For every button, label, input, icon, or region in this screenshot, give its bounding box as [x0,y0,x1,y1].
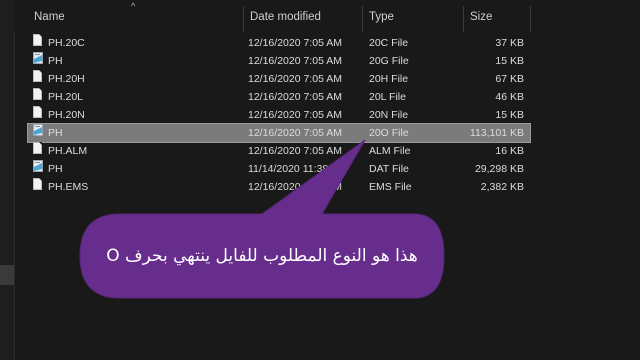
navigation-selected-item[interactable] [0,265,14,285]
file-date-modified: 12/16/2020 7:05 AM [248,55,342,67]
file-size: 37 KB [495,37,524,49]
file-type: 20H File [369,73,409,85]
file-size: 15 KB [495,55,524,67]
file-row[interactable]: PH 12/16/2020 7:05 AM 20G File 15 KB [28,52,530,70]
file-size: 16 KB [495,145,524,157]
column-header-bar: ^ Name Date modified Type Size [14,0,640,32]
file-date-modified: 12/16/2020 7:05 AM [248,37,342,49]
file-row[interactable]: PH.20H 12/16/2020 7:05 AM 20H File 67 KB [28,70,530,88]
file-name: PH.20L [48,91,84,103]
app-file-icon [32,124,44,136]
file-type: EMS File [369,181,412,193]
file-type: 20N File [369,109,409,121]
file-type: 20O File [369,127,409,139]
app-file-icon [32,52,44,64]
file-icon [33,34,42,46]
file-row[interactable]: PH.20C 12/16/2020 7:05 AM 20C File 37 KB [28,34,530,52]
file-row[interactable]: PH 11/14/2020 11:38 AM DAT File 29,298 KB [28,160,530,178]
callout-text: هذا هو النوع المطلوب للفايل ينتهي بحرف O [106,246,418,266]
file-date-modified: 12/16/2020 7:05 AM [248,91,342,103]
file-name: PH.20N [48,109,85,121]
column-divider[interactable] [530,6,531,32]
file-size: 113,101 KB [469,127,524,139]
file-size: 15 KB [495,109,524,121]
file-icon [33,106,42,118]
navigation-pane [0,0,15,360]
file-date-modified: 12/16/2020 7:05 AM [248,181,342,193]
file-row[interactable]: PH.EMS 12/16/2020 7:05 AM EMS File 2,382 KB [28,178,530,196]
file-list: PH.20C 12/16/2020 7:05 AM 20C File 37 KB PH 1… [27,34,531,196]
file-row[interactable]: PH.20L 12/16/2020 7:05 AM 20L File 46 KB [28,88,530,106]
file-name: PH.20C [48,37,85,49]
column-header-name[interactable]: Name [28,0,244,32]
file-date-modified: 12/16/2020 7:05 AM [248,145,342,157]
file-type: ALM File [369,145,411,157]
file-icon [33,88,42,100]
file-row[interactable]: PH.ALM 12/16/2020 7:05 AM ALM File 16 KB [28,142,530,160]
file-size: 67 KB [495,73,524,85]
file-size: 29,298 KB [474,163,524,175]
file-icon [33,70,42,82]
column-header-size[interactable]: Size [464,0,530,32]
file-row[interactable]: PH 12/16/2020 7:05 AM 20O File 113,101 KB [27,123,531,143]
file-type: 20G File [369,55,409,67]
file-name: PH [48,127,63,139]
file-type: 20C File [369,37,409,49]
file-name: PH.20H [48,73,85,85]
app-file-icon [32,160,44,172]
column-header-type[interactable]: Type [363,0,463,32]
file-icon [33,178,42,190]
file-type: 20L File [369,91,406,103]
file-type: DAT File [369,163,409,175]
file-date-modified: 12/16/2020 7:05 AM [248,73,342,85]
file-name: PH [48,163,63,175]
file-row[interactable]: PH.20N 12/16/2020 7:05 AM 20N File 15 KB [28,106,530,124]
file-name: PH.EMS [48,181,89,193]
file-date-modified: 11/14/2020 11:38 AM [248,163,347,175]
file-name: PH [48,55,63,67]
file-date-modified: 12/16/2020 7:05 AM [248,127,342,139]
file-size: 2,382 KB [480,181,524,193]
file-date-modified: 12/16/2020 7:05 AM [248,109,342,121]
column-header-date-modified[interactable]: Date modified [244,0,362,32]
file-size: 46 KB [495,91,524,103]
file-name: PH.ALM [48,145,88,157]
file-icon [33,142,42,154]
